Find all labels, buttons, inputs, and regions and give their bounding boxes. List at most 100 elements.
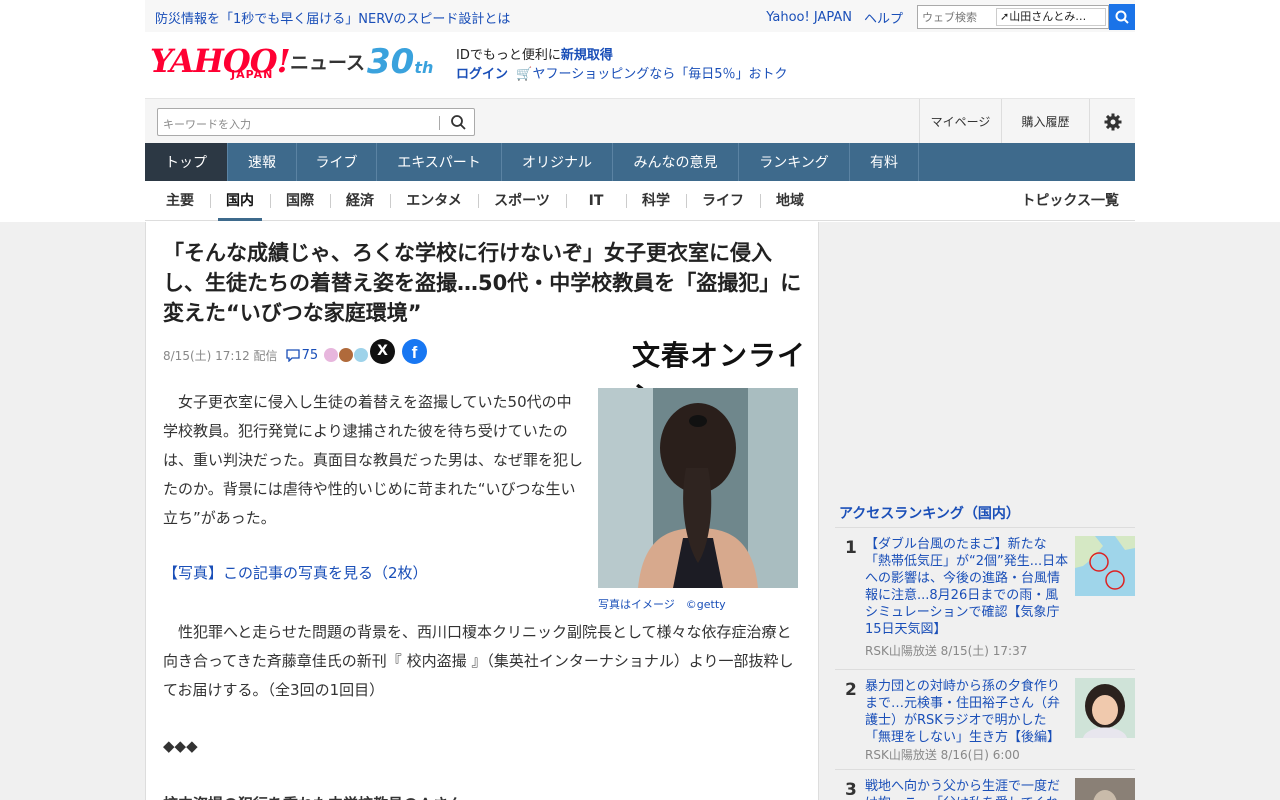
subnav-item-region[interactable]: 地域 — [770, 181, 810, 221]
topics-list-link[interactable]: トピックス一覧 — [1021, 181, 1119, 221]
subnav-item-domestic[interactable]: 国内 — [218, 181, 262, 221]
trend-arrow-icon: ➚ — [1000, 10, 1010, 23]
promo-link[interactable]: 防災情報を「1秒でも早く届ける」NERVのスピード設計とは — [155, 8, 510, 27]
search-icon — [1115, 10, 1129, 24]
gear-icon — [1104, 113, 1121, 130]
subnav-divider — [330, 194, 331, 208]
article-date: 8/15(土) 17:12 — [163, 348, 250, 363]
active-underline — [218, 218, 262, 221]
main-nav: トップ 速報 ライブ エキスパート オリジナル みんなの意見 ランキング 有料 — [145, 143, 1135, 181]
comment-icon — [285, 348, 300, 362]
ranking-item[interactable]: 3 戦地へ向かう父から生涯で一度だけ抱っこ…「父は私を愛してくれた — [835, 770, 1135, 800]
ranking-item[interactable]: 2 暴力団との対峙から孫の夕食作りまで…元検事・住田裕子さん（弁護士）がRSKラ… — [835, 670, 1135, 770]
rank-headline[interactable]: 暴力団との対峙から孫の夕食作りまで…元検事・住田裕子さん（弁護士）がRSKラジオ… — [865, 678, 1071, 746]
search-separator — [439, 116, 440, 130]
web-search-button[interactable] — [1109, 4, 1135, 30]
subnav-divider — [566, 194, 567, 208]
subnav-item-entertainment[interactable]: エンタメ — [400, 181, 468, 221]
subnav-item-main[interactable]: 主要 — [160, 181, 200, 221]
nav-tab-live[interactable]: ライブ — [297, 143, 377, 181]
shopping-link[interactable]: ヤフーショッピングなら「毎日5％」おトク — [532, 67, 787, 82]
article-paragraph: 女子更衣室に侵入し生徒の着替えを盗撮していた50代の中学校教員。犯行発覚により逮… — [163, 393, 584, 527]
search-row: キーワードを入力 マイページ 購入履歴 — [145, 98, 1135, 144]
search-suggest-text: 山田さんとみ… — [1009, 10, 1087, 23]
settings-button[interactable] — [1089, 99, 1135, 144]
ranking-item[interactable]: 1 【ダブル台風のたまご】新たな「熱帯低気圧」が“2個”発生...日本への影響は… — [835, 528, 1135, 670]
article-paragraph: 性犯罪へと走らせた問題の背景を、西川口榎本クリニック副院長として様々な依存症治療… — [163, 623, 794, 699]
article-photo[interactable] — [598, 388, 798, 588]
rank-thumbnail — [1075, 778, 1135, 800]
access-ranking: アクセスランキング（国内） 1 【ダブル台風のたまご】新たな「熱帯低気圧」が“2… — [835, 500, 1135, 800]
rank-headline[interactable]: 【ダブル台風のたまご】新たな「熱帯低気圧」が“2個”発生...日本への影響は、今… — [865, 536, 1071, 638]
rank-number: 1 — [845, 538, 857, 558]
anniversary-number: 30 — [367, 42, 415, 82]
comment-count: 75 — [301, 347, 319, 363]
comments-link[interactable]: 75 — [285, 347, 319, 363]
search-icon — [451, 115, 466, 130]
nav-tab-paid[interactable]: 有料 — [850, 143, 919, 181]
subnav-item-international[interactable]: 国際 — [280, 181, 320, 221]
nav-tab-ranking[interactable]: ランキング — [739, 143, 850, 181]
subnav-divider — [760, 194, 761, 208]
sub-nav: 主要 国内 国際 経済 エンタメ スポーツ IT 科学 ライフ 地域 トピックス… — [145, 181, 1135, 221]
rank-source: RSK山陽放送 8/16(日) 6:00 — [865, 748, 1020, 762]
nav-tab-top[interactable]: トップ — [145, 143, 228, 181]
nav-tab-expert[interactable]: エキスパート — [377, 143, 502, 181]
news-wordmark[interactable]: ニュース — [290, 48, 365, 75]
help-link[interactable]: ヘルプ — [864, 8, 903, 27]
subnav-item-science[interactable]: 科学 — [636, 181, 676, 221]
subnav-item-life[interactable]: ライフ — [696, 181, 750, 221]
register-link[interactable]: 新規取得 — [561, 48, 613, 63]
purchase-history-link[interactable]: 購入履歴 — [1001, 99, 1089, 144]
nav-tab-original[interactable]: オリジナル — [502, 143, 613, 181]
promo-bar: 防災情報を「1秒でも早く届ける」NERVのスピード設計とは Yahoo! JAP… — [145, 0, 1135, 32]
mypage-link[interactable]: マイページ — [919, 99, 1001, 144]
subnav-item-domestic-label: 国内 — [226, 193, 254, 209]
reaction-icon — [324, 348, 339, 362]
search-suggest-chip[interactable]: ➚山田さんとみ… — [996, 8, 1106, 26]
cart-icon: 🛒 — [516, 67, 533, 82]
x-share-button[interactable]: X — [370, 339, 395, 364]
article-title: 「そんな成績じゃ、ろくな学校に行けないぞ」女子更衣室に侵入し、生徒たちの着替え姿… — [163, 241, 802, 325]
subnav-divider — [270, 194, 271, 208]
account-links: マイページ 購入履歴 — [919, 99, 1135, 144]
anniversary-logo: 30th — [367, 42, 433, 88]
keyword-search-input[interactable]: キーワードを入力 — [157, 108, 475, 136]
yahoo-logo-sub: JAPAN — [231, 68, 274, 81]
distributed-label: 配信 — [253, 348, 278, 363]
reaction-icons — [324, 348, 369, 362]
article: 「そんな成績じゃ、ろくな学校に行けないぞ」女子更衣室に侵入し、生徒たちの着替え姿… — [145, 222, 819, 800]
subnav-divider — [390, 194, 391, 208]
photo-gallery-link[interactable]: 【写真】この記事の写真を見る（2枚） — [163, 559, 583, 588]
article-divider-mark: ◆◆◆ — [163, 737, 198, 755]
rank-thumbnail — [1075, 678, 1135, 738]
yahoo-japan-link[interactable]: Yahoo! JAPAN — [766, 10, 852, 25]
photo-caption: 写真はイメージ ©getty — [598, 598, 726, 611]
login-link[interactable]: ログイン — [456, 67, 508, 82]
reaction-icon — [339, 348, 354, 362]
weather-map-image — [1075, 536, 1135, 596]
nav-tab-opinions[interactable]: みんなの意見 — [613, 143, 739, 181]
ranking-title[interactable]: アクセスランキング（国内） — [835, 500, 1135, 528]
web-search-placeholder: ウェブ検索 — [922, 11, 977, 24]
subnav-item-it[interactable]: IT — [576, 181, 616, 221]
keyword-search-button[interactable] — [450, 114, 466, 134]
photo-image — [598, 388, 798, 588]
facebook-share-button[interactable]: f — [402, 339, 427, 364]
subnav-divider — [210, 194, 211, 208]
reaction-icon — [354, 348, 369, 362]
subnav-item-sports[interactable]: スポーツ — [488, 181, 556, 221]
portrait-image — [1075, 678, 1135, 738]
article-meta: 8/15(土) 17:12 配信 75 — [163, 342, 369, 368]
keyword-placeholder: キーワードを入力 — [163, 118, 251, 131]
id-box: IDでもっと便利に新規取得 ログイン 🛒ヤフーショッピングなら「毎日5％」おトク — [456, 46, 787, 84]
rank-source: RSK山陽放送 8/15(土) 17:37 — [865, 644, 1028, 658]
rank-thumbnail — [1075, 536, 1135, 596]
subnav-item-economy[interactable]: 経済 — [340, 181, 380, 221]
rank-headline[interactable]: 戦地へ向かう父から生涯で一度だけ抱っこ…「父は私を愛してくれた — [865, 778, 1071, 800]
promo-right: Yahoo! JAPAN ヘルプ ウェブ検索 ➚山田さんとみ… — [766, 4, 1135, 30]
nav-tab-breaking[interactable]: 速報 — [228, 143, 297, 181]
id-prompt: IDでもっと便利に — [456, 48, 561, 63]
rank-number: 2 — [845, 680, 857, 700]
web-search-input[interactable]: ウェブ検索 ➚山田さんとみ… — [917, 5, 1109, 29]
